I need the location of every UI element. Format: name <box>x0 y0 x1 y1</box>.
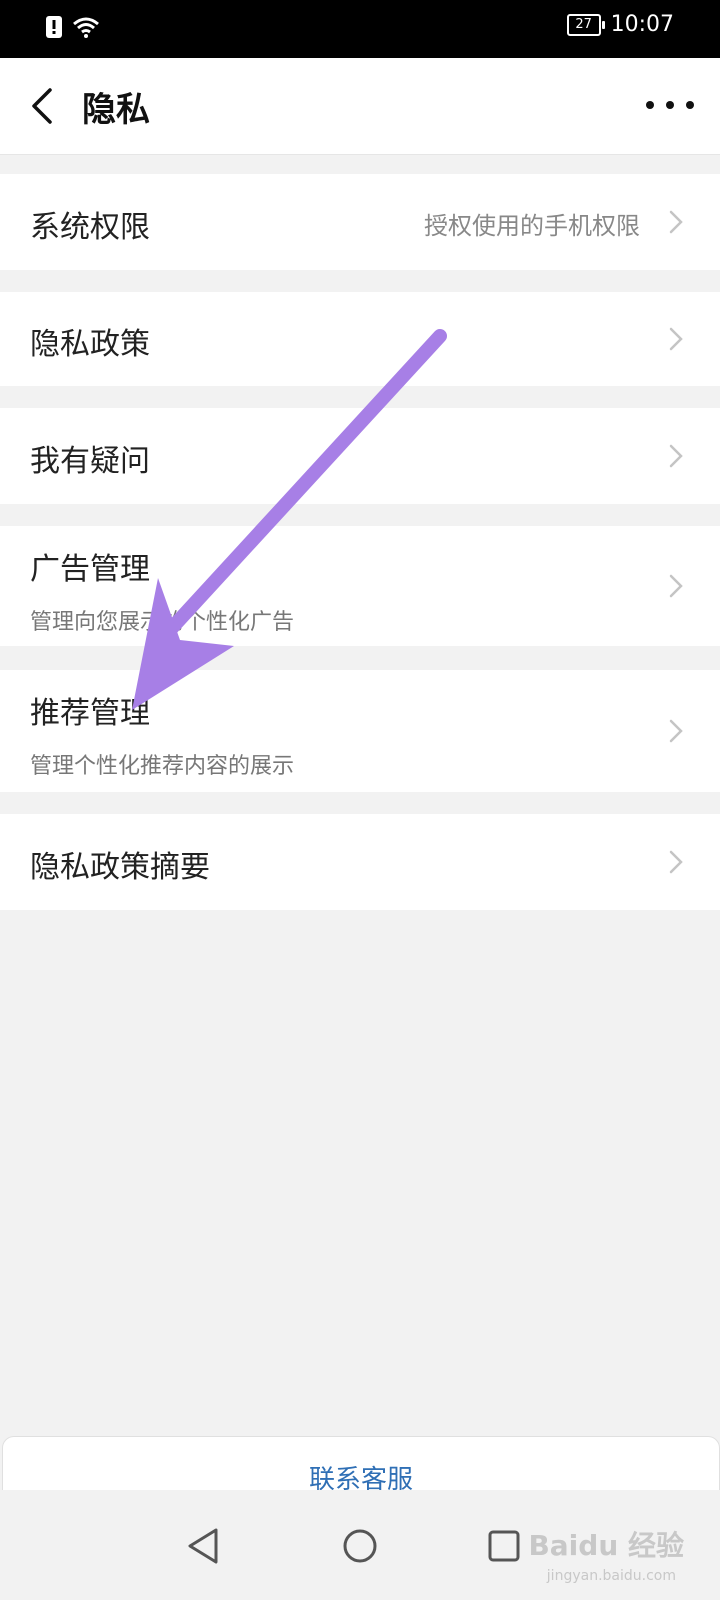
watermark: Baidu 经验 <box>528 1529 684 1562</box>
chevron-right-icon <box>669 327 683 351</box>
chevron-right-icon <box>669 210 683 234</box>
menu-item-subtitle: 管理个性化推荐内容的展示 <box>30 754 295 779</box>
chevron-right-icon <box>669 719 683 743</box>
menu-item-questions[interactable]: 我有疑问 <box>0 408 720 504</box>
nav-home-icon[interactable] <box>332 1518 388 1574</box>
wifi-icon <box>73 17 99 38</box>
battery-indicator: 27 <box>566 13 605 36</box>
nav-recents-icon[interactable] <box>476 1518 532 1574</box>
page-title: 隐私 <box>82 90 150 130</box>
menu-item-privacy-policy[interactable]: 隐私政策 <box>0 292 720 386</box>
back-button[interactable] <box>22 80 70 132</box>
menu-item-privacy-summary[interactable]: 隐私政策摘要 <box>0 814 720 910</box>
status-bar: 27 10:07 <box>0 0 720 58</box>
more-dots-icon <box>646 101 694 109</box>
menu-item-system-permissions[interactable]: 系统权限 授权使用的手机权限 <box>0 174 720 270</box>
menu-item-title: 隐私政策 <box>30 327 150 362</box>
menu-item-title: 广告管理 <box>30 552 150 587</box>
watermark-url: jingyan.baidu.com <box>546 1568 676 1584</box>
status-right: 27 10:07 <box>566 12 674 37</box>
menu-item-recommendation-management[interactable]: 推荐管理 管理个性化推荐内容的展示 <box>0 670 720 792</box>
menu-item-title: 推荐管理 <box>30 696 150 731</box>
menu-item-title: 我有疑问 <box>30 444 150 479</box>
alert-icon <box>46 16 62 38</box>
menu-item-subtitle: 管理向您展示的个性化广告 <box>30 610 295 635</box>
status-left-icons <box>46 16 100 38</box>
menu-item-title: 隐私政策摘要 <box>30 850 210 885</box>
chevron-right-icon <box>669 444 683 468</box>
nav-back-icon[interactable] <box>176 1518 232 1574</box>
more-options-button[interactable] <box>642 90 698 120</box>
chevron-right-icon <box>669 850 683 874</box>
menu-item-value: 授权使用的手机权限 <box>424 212 640 240</box>
chevron-right-icon <box>669 574 683 598</box>
menu-item-title: 系统权限 <box>30 210 150 245</box>
clock: 10:07 <box>610 12 674 37</box>
top-app-bar: 隐私 <box>0 58 720 155</box>
menu-item-ad-management[interactable]: 广告管理 管理向您展示的个性化广告 <box>0 526 720 646</box>
back-chevron-icon <box>32 88 52 124</box>
